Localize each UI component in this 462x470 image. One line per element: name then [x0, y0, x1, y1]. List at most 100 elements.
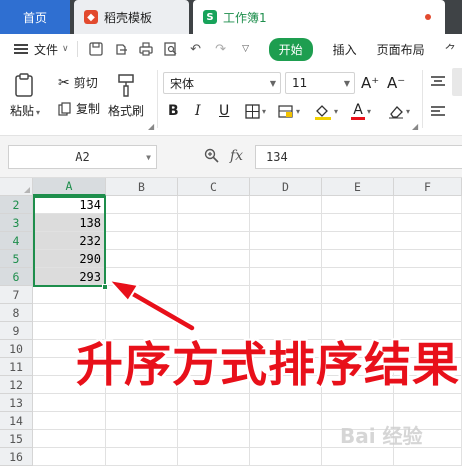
- align-top-button[interactable]: [430, 70, 446, 92]
- cell-b8[interactable]: [106, 304, 178, 322]
- row-header-12[interactable]: 12: [0, 376, 33, 394]
- row-header-5[interactable]: 5: [0, 250, 33, 268]
- cell-f7[interactable]: [394, 286, 462, 304]
- cell-f5[interactable]: [394, 250, 462, 268]
- cell-c2[interactable]: [178, 196, 250, 214]
- tab-home[interactable]: 首页: [0, 0, 70, 34]
- row-header-10[interactable]: 10: [0, 340, 33, 358]
- font-launcher-icon[interactable]: ◢: [412, 122, 418, 131]
- cell-d16[interactable]: [250, 448, 322, 466]
- cell-f8[interactable]: [394, 304, 462, 322]
- cell-a3[interactable]: 138: [33, 214, 106, 232]
- italic-button[interactable]: I: [195, 100, 201, 122]
- cell-c8[interactable]: [178, 304, 250, 322]
- cell-f13[interactable]: [394, 394, 462, 412]
- row-header-16[interactable]: 16: [0, 448, 33, 466]
- cell-e8[interactable]: [322, 304, 394, 322]
- cell-f16[interactable]: [394, 448, 462, 466]
- cell-b3[interactable]: [106, 214, 178, 232]
- row-header-13[interactable]: 13: [0, 394, 33, 412]
- row-header-8[interactable]: 8: [0, 304, 33, 322]
- cell-a15[interactable]: [33, 430, 106, 448]
- font-size-select[interactable]: 11 ▼: [285, 72, 355, 94]
- cell-e2[interactable]: [322, 196, 394, 214]
- cell-d15[interactable]: [250, 430, 322, 448]
- cell-d2[interactable]: [250, 196, 322, 214]
- menu-tab-formulas-partial[interactable]: ⺈: [445, 41, 457, 58]
- cell-b4[interactable]: [106, 232, 178, 250]
- cell-a6[interactable]: 293: [33, 268, 106, 286]
- cell-b14[interactable]: [106, 412, 178, 430]
- borders-button[interactable]: ▾: [245, 100, 266, 122]
- align-left-button[interactable]: [430, 100, 446, 122]
- cut-button[interactable]: ✂ 剪切: [58, 74, 98, 91]
- column-header-d[interactable]: D: [250, 178, 322, 196]
- cell-a16[interactable]: [33, 448, 106, 466]
- cell-d3[interactable]: [250, 214, 322, 232]
- underline-button[interactable]: U: [219, 100, 229, 122]
- cell-e16[interactable]: [322, 448, 394, 466]
- undo-icon[interactable]: ↶: [186, 39, 206, 59]
- row-header-7[interactable]: 7: [0, 286, 33, 304]
- row-header-2[interactable]: 2: [0, 196, 33, 214]
- fx-icon[interactable]: fx: [230, 148, 243, 164]
- cell-a14[interactable]: [33, 412, 106, 430]
- print-icon[interactable]: [136, 39, 156, 59]
- shrink-font-button[interactable]: A⁻: [387, 74, 405, 92]
- menu-file[interactable]: 文件 ∨: [34, 41, 69, 58]
- cell-b16[interactable]: [106, 448, 178, 466]
- formula-input[interactable]: 134: [255, 145, 462, 169]
- save-icon[interactable]: [86, 39, 106, 59]
- ribbon-scroll-partial[interactable]: [452, 68, 462, 96]
- menu-tab-insert[interactable]: 插入: [333, 41, 357, 58]
- fill-handle[interactable]: [102, 284, 108, 290]
- clipboard-launcher-icon[interactable]: ◢: [148, 122, 154, 131]
- cell-c3[interactable]: [178, 214, 250, 232]
- cell-d4[interactable]: [250, 232, 322, 250]
- cell-e6[interactable]: [322, 268, 394, 286]
- grow-font-button[interactable]: A⁺: [361, 74, 379, 92]
- cell-c15[interactable]: [178, 430, 250, 448]
- cell-f6[interactable]: [394, 268, 462, 286]
- cell-c13[interactable]: [178, 394, 250, 412]
- menu-tab-start[interactable]: 开始: [268, 37, 313, 61]
- cell-b6[interactable]: [106, 268, 178, 286]
- font-color-button[interactable]: A ▾: [351, 100, 371, 122]
- cell-a7[interactable]: [33, 286, 106, 304]
- cell-e5[interactable]: [322, 250, 394, 268]
- row-header-11[interactable]: 11: [0, 358, 33, 376]
- name-box[interactable]: A2 ▼: [8, 145, 157, 169]
- cell-c14[interactable]: [178, 412, 250, 430]
- column-header-f[interactable]: F: [394, 178, 462, 196]
- row-header-4[interactable]: 4: [0, 232, 33, 250]
- cell-f2[interactable]: [394, 196, 462, 214]
- copy-button[interactable]: 复制: [58, 100, 100, 117]
- paste-button[interactable]: 粘贴 ▾: [10, 72, 40, 119]
- format-painter-button[interactable]: 格式刷: [108, 72, 144, 119]
- column-header-b[interactable]: B: [106, 178, 178, 196]
- cell-b5[interactable]: [106, 250, 178, 268]
- cell-c5[interactable]: [178, 250, 250, 268]
- cell-e13[interactable]: [322, 394, 394, 412]
- cell-b15[interactable]: [106, 430, 178, 448]
- cell-f3[interactable]: [394, 214, 462, 232]
- column-header-e[interactable]: E: [322, 178, 394, 196]
- cell-b13[interactable]: [106, 394, 178, 412]
- cell-c6[interactable]: [178, 268, 250, 286]
- cell-a8[interactable]: [33, 304, 106, 322]
- cell-d5[interactable]: [250, 250, 322, 268]
- row-header-14[interactable]: 14: [0, 412, 33, 430]
- cell-e4[interactable]: [322, 232, 394, 250]
- redo-icon[interactable]: ↷: [211, 39, 231, 59]
- cell-a13[interactable]: [33, 394, 106, 412]
- cell-d14[interactable]: [250, 412, 322, 430]
- cell-a5[interactable]: 290: [33, 250, 106, 268]
- cell-d6[interactable]: [250, 268, 322, 286]
- cell-style-button[interactable]: ▾: [278, 100, 300, 122]
- export-icon[interactable]: [111, 39, 131, 59]
- cell-c16[interactable]: [178, 448, 250, 466]
- cell-b2[interactable]: [106, 196, 178, 214]
- cell-e3[interactable]: [322, 214, 394, 232]
- cell-c4[interactable]: [178, 232, 250, 250]
- hamburger-menu-icon[interactable]: [14, 44, 28, 54]
